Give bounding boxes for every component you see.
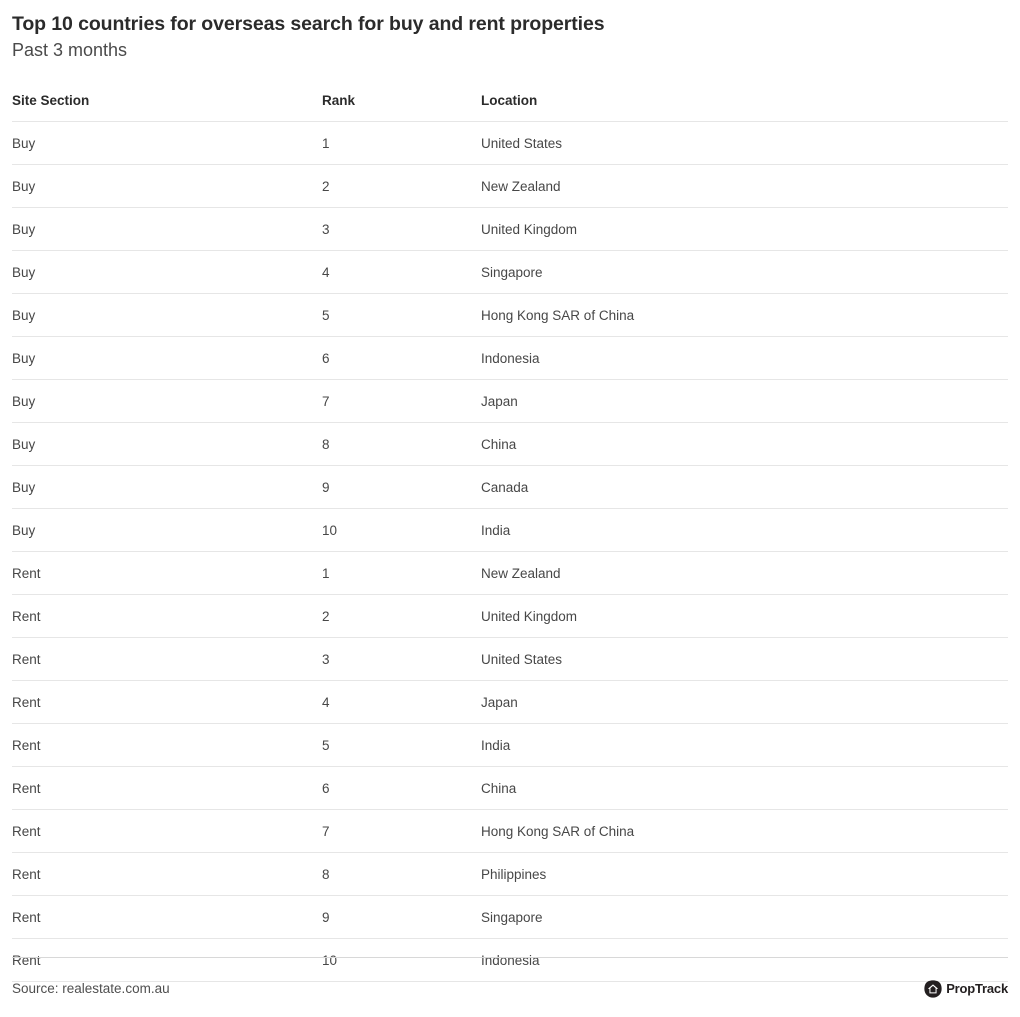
cell-site_section: Rent xyxy=(12,895,322,939)
cell-rank: 9 xyxy=(322,465,481,509)
table-row: Buy 8 China xyxy=(12,422,1008,466)
table-row: Buy 2 New Zealand xyxy=(12,164,1008,208)
cell-location: Hong Kong SAR of China xyxy=(481,293,1008,337)
cell-site_section: Buy xyxy=(12,336,322,380)
column-header-location: Location xyxy=(481,93,538,108)
cell-site_section: Rent xyxy=(12,594,322,638)
table-row: Rent 8 Philippines xyxy=(12,852,1008,896)
cell-rank: 5 xyxy=(322,293,481,337)
cell-location: New Zealand xyxy=(481,551,1008,595)
table-row: Buy 5 Hong Kong SAR of China xyxy=(12,293,1008,337)
cell-location: Japan xyxy=(481,680,1008,724)
cell-rank: 1 xyxy=(322,551,481,595)
table-row: Rent 4 Japan xyxy=(12,680,1008,724)
cell-location: Philippines xyxy=(481,852,1008,896)
cell-site_section: Buy xyxy=(12,508,322,552)
cell-rank: 1 xyxy=(322,121,481,165)
cell-location: India xyxy=(481,723,1008,767)
table-row: Buy 6 Indonesia xyxy=(12,336,1008,380)
cell-site_section: Buy xyxy=(12,164,322,208)
cell-location: United Kingdom xyxy=(481,207,1008,251)
page-subtitle: Past 3 months xyxy=(12,40,128,60)
table-header: Site Section Rank Location xyxy=(12,93,1008,122)
cell-location: China xyxy=(481,766,1008,810)
cell-location: New Zealand xyxy=(481,164,1008,208)
cell-site_section: Buy xyxy=(12,250,322,294)
cell-location: India xyxy=(481,508,1008,552)
source-label: Source: realestate.com.au xyxy=(12,981,170,996)
cell-location: Hong Kong SAR of China xyxy=(481,809,1008,853)
cell-location: Singapore xyxy=(481,895,1008,939)
cell-rank: 3 xyxy=(322,637,481,681)
column-header-site-section: Site Section xyxy=(12,93,90,108)
cell-rank: 6 xyxy=(322,336,481,380)
column-header-rank: Rank xyxy=(322,93,356,108)
cell-site_section: Rent xyxy=(12,551,322,595)
cell-rank: 8 xyxy=(322,852,481,896)
cell-rank: 9 xyxy=(322,895,481,939)
cell-site_section: Rent xyxy=(12,637,322,681)
chart-table-page: Top 10 countries for overseas search for… xyxy=(0,0,1020,1017)
cell-rank: 2 xyxy=(322,594,481,638)
table-row: Buy 4 Singapore xyxy=(12,250,1008,294)
cell-rank: 4 xyxy=(322,680,481,724)
page-title: Top 10 countries for overseas search for… xyxy=(12,13,605,35)
cell-rank: 7 xyxy=(322,379,481,423)
cell-site_section: Buy xyxy=(12,293,322,337)
proptrack-logo: PropTrack xyxy=(924,980,1008,998)
table-container: Site Section Rank Location Buy 1 United St… xyxy=(12,93,1008,982)
cell-site_section: Rent xyxy=(12,852,322,896)
table-row: Buy 10 India xyxy=(12,508,1008,552)
cell-rank: 7 xyxy=(322,809,481,853)
cell-location: United Kingdom xyxy=(481,594,1008,638)
table-row: Rent 9 Singapore xyxy=(12,895,1008,939)
footer: Source: realestate.com.au PropTrack xyxy=(12,957,1008,1017)
cell-site_section: Buy xyxy=(12,465,322,509)
table-header-row: Site Section Rank Location xyxy=(12,93,1008,122)
cell-location: Japan xyxy=(481,379,1008,423)
cell-location: Singapore xyxy=(481,250,1008,294)
cell-site_section: Rent xyxy=(12,766,322,810)
footer-content: Source: realestate.com.au PropTrack xyxy=(12,958,1008,998)
proptrack-house-logo-icon xyxy=(924,980,942,998)
table-row: Rent 6 China xyxy=(12,766,1008,810)
cell-rank: 6 xyxy=(322,766,481,810)
cell-site_section: Buy xyxy=(12,379,322,423)
table-body: Buy 1 United States Buy 2 New Zealand Buy 3 Unit… xyxy=(12,121,1008,982)
cell-location: China xyxy=(481,422,1008,466)
table-row: Rent 5 India xyxy=(12,723,1008,767)
cell-site_section: Buy xyxy=(12,207,322,251)
table-row: Rent 2 United Kingdom xyxy=(12,594,1008,638)
cell-rank: 3 xyxy=(322,207,481,251)
cell-location: United States xyxy=(481,637,1008,681)
cell-rank: 8 xyxy=(322,422,481,466)
cell-site_section: Rent xyxy=(12,809,322,853)
table-row: Buy 9 Canada xyxy=(12,465,1008,509)
cell-rank: 10 xyxy=(322,508,481,552)
header: Top 10 countries for overseas search for… xyxy=(12,0,1008,63)
cell-location: Indonesia xyxy=(481,336,1008,380)
cell-site_section: Buy xyxy=(12,422,322,466)
cell-location: United States xyxy=(481,121,1008,165)
cell-site_section: Rent xyxy=(12,723,322,767)
table-row: Rent 3 United States xyxy=(12,637,1008,681)
table-row: Rent 1 New Zealand xyxy=(12,551,1008,595)
rankings-table: Site Section Rank Location Buy 1 United St… xyxy=(12,93,1008,982)
table-row: Buy 7 Japan xyxy=(12,379,1008,423)
cell-site_section: Rent xyxy=(12,680,322,724)
cell-location: Canada xyxy=(481,465,1008,509)
cell-rank: 5 xyxy=(322,723,481,767)
cell-rank: 2 xyxy=(322,164,481,208)
table-row: Buy 3 United Kingdom xyxy=(12,207,1008,251)
table-row: Buy 1 United States xyxy=(12,121,1008,165)
proptrack-wordmark: PropTrack xyxy=(946,981,1008,996)
table-row: Rent 7 Hong Kong SAR of China xyxy=(12,809,1008,853)
cell-site_section: Buy xyxy=(12,121,322,165)
cell-rank: 4 xyxy=(322,250,481,294)
